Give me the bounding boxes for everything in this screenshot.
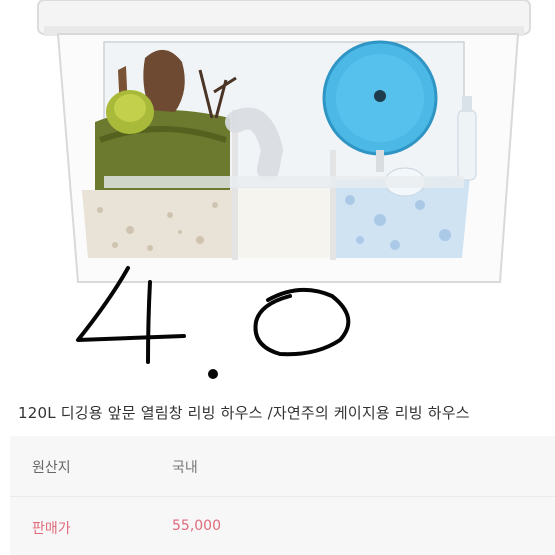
- decimal-dot: [208, 369, 218, 379]
- origin-label: 원산지: [32, 460, 71, 476]
- price-row: 판매가 55,000: [10, 496, 555, 554]
- digit-0-stroke: [253, 287, 351, 357]
- product-photo: [0, 0, 555, 395]
- handwritten-rating-overlay: [76, 266, 351, 379]
- product-title: 120L 디깅용 앞문 열림창 리빙 하우스 /자연주의 케이지용 리빙 하우스: [18, 404, 470, 422]
- price-value: 55,000: [172, 518, 221, 534]
- origin-row: 원산지 국내: [10, 436, 555, 494]
- digit-4-stroke-a: [76, 266, 186, 342]
- price-label: 판매가: [32, 521, 71, 537]
- digit-4-stroke-b: [146, 280, 152, 364]
- product-info-table: 원산지 국내 판매가 55,000: [10, 436, 555, 555]
- origin-value: 국내: [172, 460, 198, 476]
